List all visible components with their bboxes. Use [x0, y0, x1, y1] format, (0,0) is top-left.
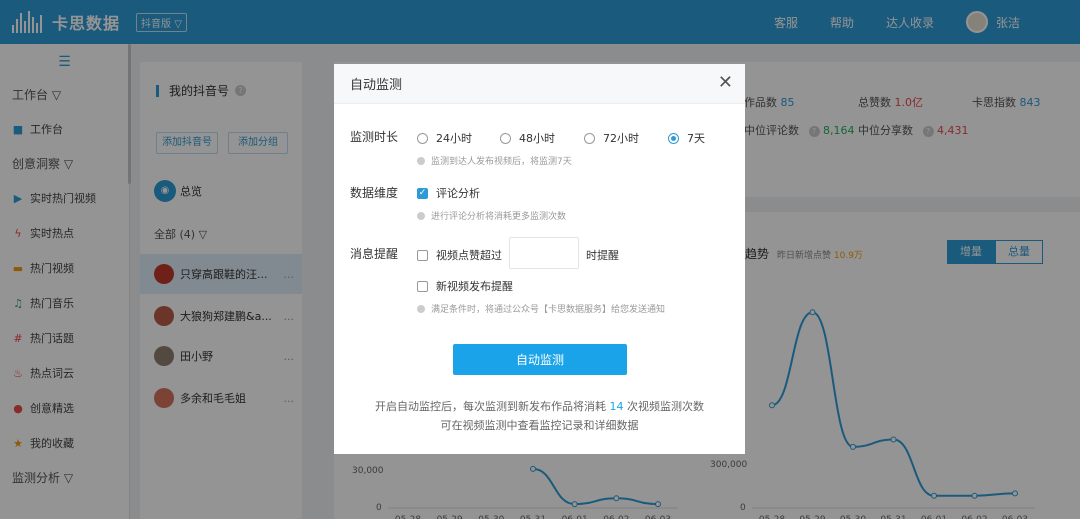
- footer-line-1: 开启自动监控后，每次监测到新发布作品将消耗 14 次视频监测次数: [375, 400, 704, 413]
- comment-analysis-checkbox[interactable]: ✓ 评论分析: [417, 185, 480, 201]
- dialog-header: 自动监测 ✕: [334, 64, 745, 104]
- auto-monitor-submit-button[interactable]: 自动监测: [453, 344, 627, 375]
- radio-48h[interactable]: 48小时: [500, 130, 555, 146]
- notify-label: 消息提醒: [350, 247, 399, 261]
- footer-line-2: 可在视频监测中查看监控记录和详细数据: [440, 419, 639, 432]
- duration-hint: 监测到达人发布视频后，将监测7天: [417, 154, 572, 167]
- radio-72h[interactable]: 72小时: [584, 130, 639, 146]
- dimension-hint: 进行评论分析将消耗更多监测次数: [417, 209, 566, 222]
- like-threshold-input[interactable]: [509, 237, 579, 269]
- dimension-label: 数据维度: [350, 186, 399, 200]
- like-threshold-checkbox[interactable]: 视频点赞超过: [417, 247, 502, 263]
- info-icon: [417, 156, 425, 165]
- info-icon: [417, 211, 425, 220]
- duration-label: 监测时长: [350, 130, 399, 144]
- new-video-checkbox[interactable]: 新视频发布提醒: [417, 278, 513, 294]
- auto-monitor-dialog: 自动监测 ✕ 监测时长 24小时 48小时 72小时 7天 监测到达人发布视频后…: [334, 64, 745, 454]
- notify-like-suffix: 时提醒: [586, 249, 619, 262]
- notify-hint: 满足条件时，将通过公众号【卡思数据服务】给您发送通知: [417, 302, 665, 315]
- close-icon[interactable]: ✕: [718, 73, 733, 93]
- info-icon: [417, 304, 425, 313]
- dialog-title: 自动监测: [350, 78, 403, 93]
- radio-7d[interactable]: 7天: [668, 130, 705, 146]
- radio-24h[interactable]: 24小时: [417, 130, 472, 146]
